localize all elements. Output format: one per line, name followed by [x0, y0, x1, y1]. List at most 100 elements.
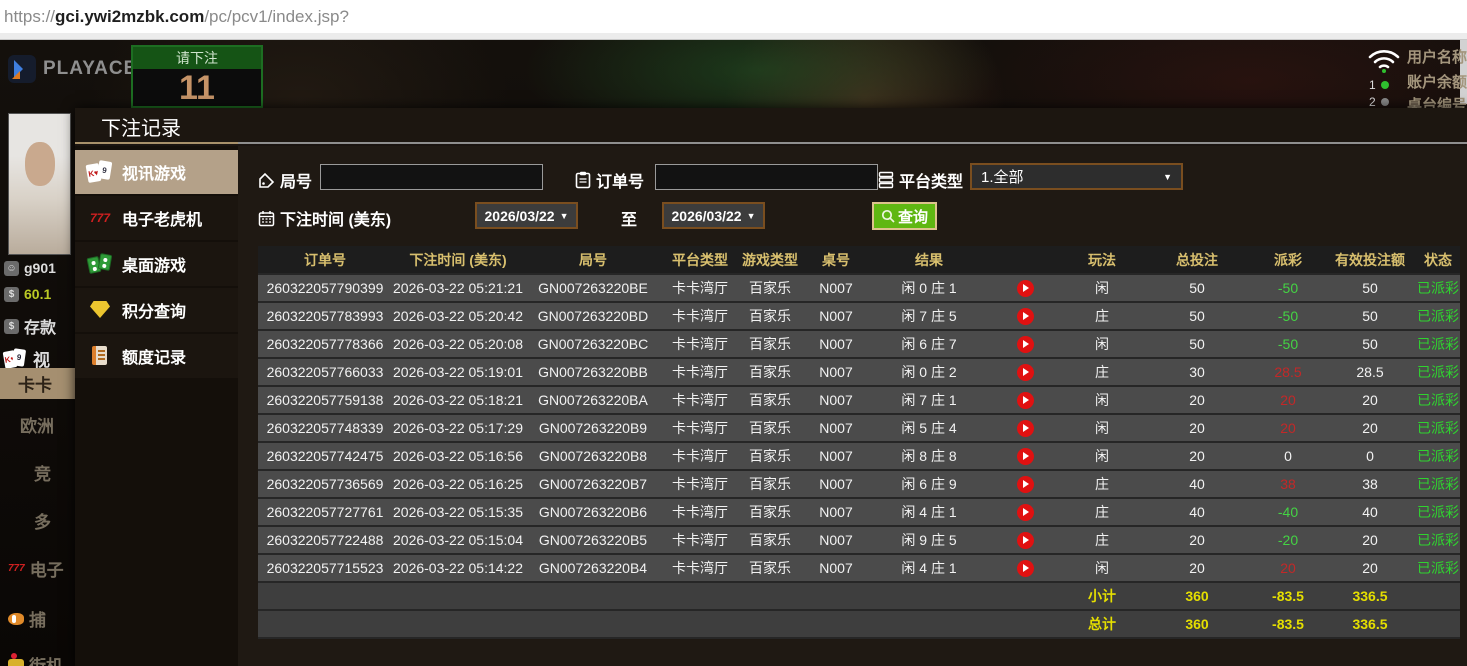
play-video-button[interactable]: [1017, 392, 1034, 409]
cell-game-no: GN007263220BB: [524, 364, 662, 380]
cell-payout: -50: [1252, 280, 1324, 296]
deposit-button[interactable]: $ 存款: [4, 314, 56, 338]
cell-platform: 卡卡湾厅: [662, 334, 738, 354]
date-to-select[interactable]: 2026/03/22 ▼: [662, 202, 765, 229]
cell-table-no: N007: [802, 532, 870, 548]
date-from-select[interactable]: 2026/03/22 ▼: [475, 202, 578, 229]
sidebar-item-4[interactable]: 多: [34, 508, 51, 533]
cell-game-no: GN007263220B9: [524, 420, 662, 436]
sidebar-balance: $ 60.1: [4, 286, 51, 302]
cell-payout: 20: [1252, 560, 1324, 576]
cell-replay: [988, 447, 1062, 465]
table-header-cell: 游戏类型: [738, 250, 802, 270]
menu-item-quota-records[interactable]: 额度记录: [75, 334, 238, 378]
clipboard-icon: [575, 171, 591, 189]
play-video-button[interactable]: [1017, 532, 1034, 549]
cell-bet-time: 2026-03-22 05:15:04: [392, 532, 524, 548]
cell-total-bet: 40: [1142, 504, 1252, 520]
table-header-cell: 平台类型: [662, 250, 738, 270]
cell-status: 已派彩: [1416, 474, 1460, 494]
menu-item-points-query[interactable]: 积分查询: [75, 288, 238, 332]
game-no-input[interactable]: [320, 164, 543, 190]
cell-valid-bet: 20: [1324, 532, 1416, 548]
cell-play-type: 闲: [1062, 418, 1142, 438]
play-video-button[interactable]: [1017, 420, 1034, 437]
wifi-icon: [1367, 46, 1401, 74]
cell-payout: 20: [1252, 420, 1324, 436]
cell-result: 闲 7 庄 1: [870, 390, 988, 410]
server-list-icon: [878, 171, 894, 189]
browser-url-bar[interactable]: https://gci.ywi2mzbk.com/pc/pcv1/index.j…: [0, 0, 1467, 33]
play-icon: [1023, 452, 1029, 460]
cell-status: 已派彩: [1416, 334, 1460, 354]
cell-order-no: 260322057742475: [258, 448, 392, 464]
cell-table-no: N007: [802, 420, 870, 436]
cell-table-no: N007: [802, 392, 870, 408]
cell-payout: -50: [1252, 308, 1324, 324]
menu-item-slots[interactable]: 777 电子老虎机: [75, 196, 238, 240]
cell-game-no: GN007263220B5: [524, 532, 662, 548]
cell-bet-time: 2026-03-22 05:18:21: [392, 392, 524, 408]
cell-valid-bet: 20: [1324, 392, 1416, 408]
sidebar-item-3[interactable]: 竞: [34, 460, 51, 485]
table-header-cell: 桌号: [802, 250, 870, 270]
cell-order-no: 260322057790399: [258, 280, 392, 296]
query-button[interactable]: 查询: [872, 202, 937, 230]
cell-valid-bet: 0: [1324, 448, 1416, 464]
username-label: 用户名称: [1407, 46, 1467, 67]
cell-order-no: 260322057766033: [258, 364, 392, 380]
play-video-button[interactable]: [1017, 476, 1034, 493]
cell-status: 已派彩: [1416, 418, 1460, 438]
play-video-button[interactable]: [1017, 448, 1034, 465]
total-bet: 360: [1142, 616, 1252, 632]
menu-item-video-games[interactable]: K♥9 视讯游戏: [75, 150, 238, 194]
game-no-label: 局号: [258, 168, 312, 192]
cell-play-type: 庄: [1062, 306, 1142, 326]
cell-bet-time: 2026-03-22 05:17:29: [392, 420, 524, 436]
table-header-cell: 结果: [870, 250, 988, 270]
platform-type-select[interactable]: 1.全部 ▼: [970, 163, 1183, 190]
play-video-button[interactable]: [1017, 280, 1034, 297]
cell-payout: -20: [1252, 532, 1324, 548]
cell-play-type: 闲: [1062, 558, 1142, 578]
play-video-button[interactable]: [1017, 308, 1034, 325]
cell-bet-time: 2026-03-22 05:21:21: [392, 280, 524, 296]
playace-logo-text: PLAYACE: [43, 58, 137, 80]
sidebar-hall-active[interactable]: 卡卡: [0, 368, 75, 399]
table-indicator-2[interactable]: 2: [1369, 95, 1389, 109]
cell-game-type: 百家乐: [738, 334, 802, 354]
cell-game-type: 百家乐: [738, 418, 802, 438]
cell-total-bet: 40: [1142, 476, 1252, 492]
menu-item-table-games[interactable]: 桌面游戏: [75, 242, 238, 286]
sidebar-item-slots[interactable]: 777电子: [8, 556, 64, 581]
money-bag-icon: $: [4, 287, 19, 302]
cell-replay: [988, 391, 1062, 409]
total-row: 总计 360 -83.5 336.5: [258, 611, 1460, 637]
sidebar-item-arcade[interactable]: 街机: [8, 652, 63, 666]
play-video-button[interactable]: [1017, 560, 1034, 577]
dialog-content: 局号 订单号 平台类型 1.全部 ▼: [238, 146, 1467, 666]
sidebar-item-fishing[interactable]: 捕: [8, 606, 46, 631]
cell-order-no: 260322057778366: [258, 336, 392, 352]
cell-platform: 卡卡湾厅: [662, 446, 738, 466]
play-video-button[interactable]: [1017, 504, 1034, 521]
cell-play-type: 闲: [1062, 278, 1142, 298]
cell-valid-bet: 50: [1324, 336, 1416, 352]
play-video-button[interactable]: [1017, 364, 1034, 381]
date-to-label: 至: [621, 206, 637, 230]
cell-result: 闲 4 庄 1: [870, 502, 988, 522]
url-host: gci.ywi2mzbk.com: [55, 7, 204, 27]
cell-play-type: 庄: [1062, 362, 1142, 382]
order-no-input[interactable]: [655, 164, 878, 190]
play-video-button[interactable]: [1017, 336, 1034, 353]
sidebar-hall-2[interactable]: 欧洲: [20, 412, 54, 437]
cell-order-no: 260322057736569: [258, 476, 392, 492]
cell-table-no: N007: [802, 364, 870, 380]
table-row: 260322057759138 2026-03-22 05:18:21 GN00…: [258, 387, 1460, 413]
cell-valid-bet: 28.5: [1324, 364, 1416, 380]
chevron-down-icon: ▼: [747, 211, 756, 221]
total-valid: 336.5: [1324, 616, 1416, 632]
cell-table-no: N007: [802, 280, 870, 296]
total-payout: -83.5: [1252, 616, 1324, 632]
table-indicator-1[interactable]: 1: [1369, 78, 1389, 92]
